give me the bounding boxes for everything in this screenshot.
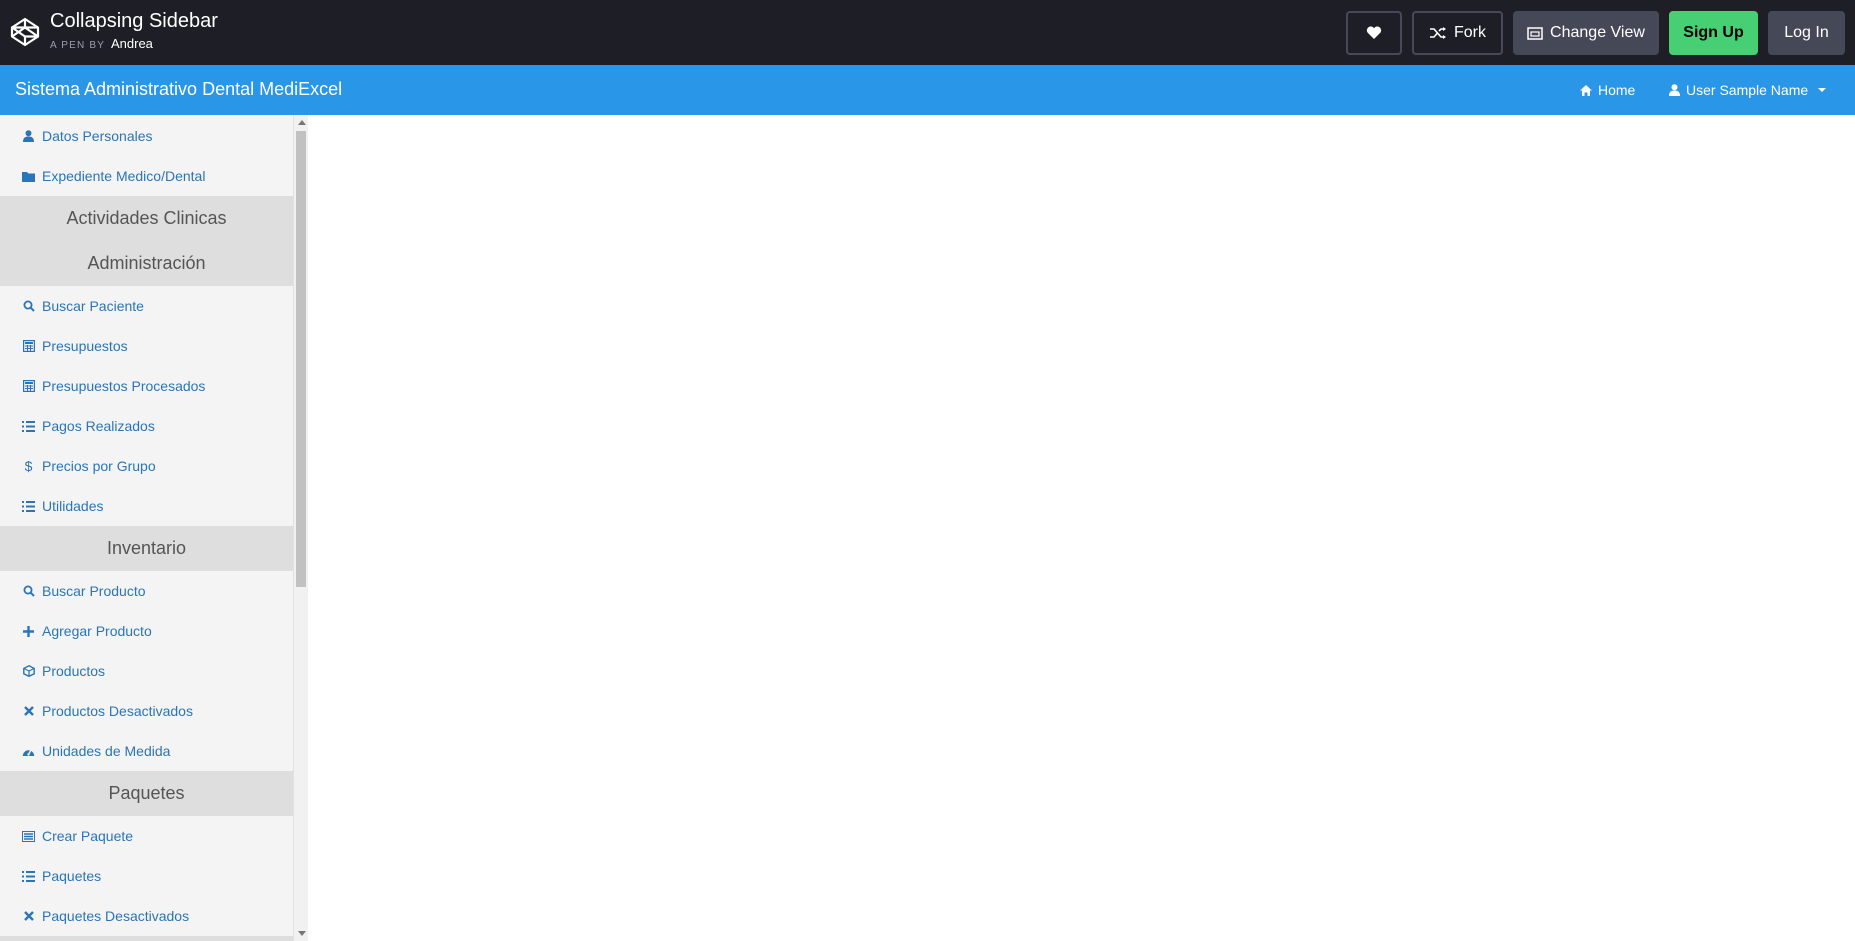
list-icon (22, 420, 35, 433)
folder-icon (22, 170, 35, 183)
by-label: A PEN BY (50, 40, 105, 51)
sidebar-item-productos[interactable]: Productos (0, 651, 293, 691)
cube-icon (22, 665, 35, 678)
like-button[interactable] (1346, 11, 1402, 55)
sidebar-item-label: Agregar Producto (42, 623, 152, 639)
times-icon (22, 910, 35, 923)
user-icon (22, 130, 35, 143)
change-view-label: Change View (1550, 24, 1645, 41)
sidebar-heading-actividades[interactable]: Actividades Clinicas (0, 196, 293, 241)
list-icon (22, 870, 35, 883)
codepen-logo-icon[interactable] (9, 16, 41, 48)
author-link[interactable]: Andrea (111, 36, 153, 51)
sidebar-item-label: Unidades de Medida (42, 743, 171, 759)
sidebar-item-label: Presupuestos Procesados (42, 378, 206, 394)
calculator-icon (22, 380, 35, 393)
nav-home-link[interactable]: Home (1580, 82, 1635, 98)
nav-user-dropdown[interactable]: User Sample Name (1669, 82, 1827, 98)
sidebar-item-label: Utilidades (42, 498, 104, 514)
home-icon (1580, 84, 1592, 96)
user-icon (1669, 84, 1680, 96)
sidebar-item-label: Expediente Medico/Dental (42, 168, 206, 184)
times-icon (22, 705, 35, 718)
sidebar-item-agregar-producto[interactable]: Agregar Producto (0, 611, 293, 651)
fork-label: Fork (1454, 24, 1486, 41)
app-navbar: Sistema Administrativo Dental MediExcel … (0, 65, 1855, 115)
sign-up-button[interactable]: Sign Up (1669, 11, 1758, 55)
sidebar-item-presupuestos[interactable]: Presupuestos (0, 326, 293, 366)
scroll-up-arrow-icon[interactable] (298, 120, 306, 125)
sidebar-item-productos-desactivados[interactable]: Productos Desactivados (0, 691, 293, 731)
sidebar-item-precios-grupo[interactable]: $ Precios por Grupo (0, 446, 293, 486)
sidebar-item-datos-personales[interactable]: Datos Personales (0, 116, 293, 156)
search-icon (22, 585, 35, 598)
sidebar-item-label: Paquetes Desactivados (42, 908, 190, 924)
navbar-brand[interactable]: Sistema Administrativo Dental MediExcel (15, 79, 342, 100)
sidebar-item-label: Buscar Producto (42, 583, 146, 599)
dashboard-icon (22, 745, 35, 758)
nav-user-label: User Sample Name (1686, 82, 1809, 98)
calculator-icon (22, 340, 35, 353)
nav-home-label: Home (1598, 82, 1636, 98)
plus-icon (22, 625, 35, 638)
scrollbar-thumb[interactable] (296, 131, 306, 587)
sidebar-item-label: Buscar Paciente (42, 298, 144, 314)
log-in-button[interactable]: Log In (1768, 11, 1845, 55)
sidebar-item-paquetes-desactivados[interactable]: Paquetes Desactivados (0, 896, 293, 936)
sidebar-item-presupuestos-procesados[interactable]: Presupuestos Procesados (0, 366, 293, 406)
pen-author-line: A PEN BY Andrea (50, 36, 153, 51)
sidebar-heading-inventario[interactable]: Inventario (0, 526, 293, 571)
search-icon (22, 300, 35, 313)
dollar-icon: $ (24, 458, 33, 474)
sidebar: Datos Personales Expediente Medico/Denta… (0, 115, 293, 941)
sidebar-item-utilidades[interactable]: Utilidades (0, 486, 293, 526)
sidebar-item-label: Productos (42, 663, 106, 679)
list-icon (22, 500, 35, 513)
sidebar-item-pagos-realizados[interactable]: Pagos Realizados (0, 406, 293, 446)
fork-icon (1430, 27, 1446, 39)
sidebar-item-label: Presupuestos (42, 338, 128, 354)
sidebar-item-label: Precios por Grupo (42, 458, 156, 474)
sidebar-item-expediente[interactable]: Expediente Medico/Dental (0, 156, 293, 196)
sidebar-heading-paquetes[interactable]: Paquetes (0, 771, 293, 816)
sidebar-item-label: Datos Personales (42, 128, 153, 144)
main-content-area (309, 115, 1855, 941)
scroll-down-arrow-icon[interactable] (298, 931, 306, 936)
sidebar-scrollbar[interactable] (293, 115, 308, 941)
caret-down-icon (1818, 88, 1827, 92)
sidebar-item-unidades-medida[interactable]: Unidades de Medida (0, 731, 293, 771)
sidebar-item-label: Paquetes (42, 868, 102, 884)
sidebar-item-label: Crear Paquete (42, 828, 134, 844)
sidebar-item-label: Productos Desactivados (42, 703, 193, 719)
layout-icon (1527, 26, 1543, 40)
change-view-button[interactable]: Change View (1513, 11, 1659, 55)
pen-title: Collapsing Sidebar (50, 10, 218, 32)
codepen-header: Collapsing Sidebar A PEN BY Andrea Fork … (0, 0, 1855, 65)
sidebar-item-crear-paquete[interactable]: Crear Paquete (0, 816, 293, 856)
heart-icon (1366, 26, 1382, 39)
sidebar-heading-administracion[interactable]: Administración (0, 241, 293, 286)
sidebar-item-buscar-paciente[interactable]: Buscar Paciente (0, 286, 293, 326)
sidebar-item-buscar-producto[interactable]: Buscar Producto (0, 571, 293, 611)
sidebar-item-paquetes[interactable]: Paquetes (0, 856, 293, 896)
sidebar-heading-next[interactable] (0, 936, 293, 941)
sidebar-item-label: Pagos Realizados (42, 418, 155, 434)
tasks-icon (22, 830, 35, 843)
fork-button[interactable]: Fork (1412, 11, 1503, 55)
